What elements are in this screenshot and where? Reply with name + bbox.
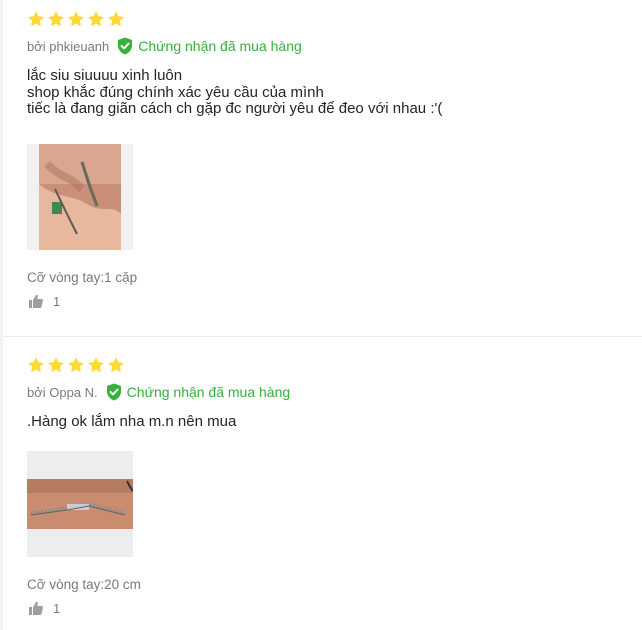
like-button[interactable]: 1	[27, 601, 642, 616]
like-count: 1	[53, 293, 61, 309]
review-variant: Cỡ vòng tay:20 cm	[27, 576, 141, 592]
verified-label: Chứng nhận đã mua hàng	[138, 38, 302, 54]
review-author: bởi phkieuanh	[27, 38, 110, 54]
verified-check-icon	[106, 383, 121, 401]
review-variant: Cỡ vòng tay:1 cặp	[27, 269, 138, 285]
star-rating	[27, 10, 642, 28]
like-count: 1	[53, 600, 61, 616]
verified-purchase-badge: Chứng nhận đã mua hàng	[117, 37, 302, 55]
verified-check-icon	[118, 37, 133, 55]
star-icon	[27, 10, 45, 28]
star-rating	[27, 356, 642, 374]
star-icon	[67, 356, 85, 374]
review-meta: bởi Oppa N. Chứng nhận đã mua hàng	[27, 383, 642, 401]
review-photo[interactable]	[27, 450, 133, 557]
review-author: bởi Oppa N.	[27, 384, 98, 400]
review-photo[interactable]	[27, 143, 133, 250]
left-border	[0, 0, 3, 630]
review-item: bởi Oppa N. Chứng nhận đã mua hàng .Hàng…	[27, 356, 642, 616]
star-icon	[87, 10, 105, 28]
review-meta: bởi phkieuanh Chứng nhận đã mua hàng	[27, 37, 642, 55]
star-icon	[67, 10, 85, 28]
review-divider	[3, 336, 642, 337]
star-icon	[47, 356, 65, 374]
star-icon	[87, 356, 105, 374]
review-content: lắc siu siuuuu xinh luôn shop khắc đúng …	[27, 67, 443, 117]
star-icon	[27, 356, 45, 374]
thumbs-up-icon	[29, 601, 43, 615]
star-icon	[47, 10, 65, 28]
star-icon	[107, 10, 125, 28]
verified-purchase-badge: Chứng nhận đã mua hàng	[106, 383, 291, 401]
verified-label: Chứng nhận đã mua hàng	[126, 384, 291, 400]
star-icon	[107, 356, 125, 374]
like-button[interactable]: 1	[27, 294, 642, 309]
review-content: .Hàng ok lắm nha m.n nên mua	[27, 413, 237, 430]
thumbs-up-icon	[29, 294, 43, 308]
review-item: bởi phkieuanh Chứng nhận đã mua hàng lắc…	[27, 10, 642, 309]
